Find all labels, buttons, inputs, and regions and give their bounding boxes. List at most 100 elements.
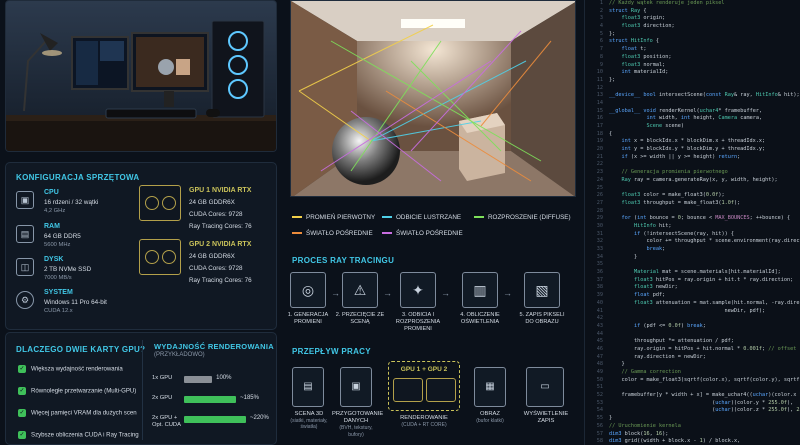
cpu-clock: 4,2 GHz [44, 208, 66, 214]
code-line: 46 ray.origin = hitPos + hit.normal * 0.… [596, 345, 797, 352]
code-line: 10 int materialId; [596, 69, 669, 76]
code-line: 1// Każdy wątek renderuje jeden piksel [599, 0, 725, 6]
why-item: ✓ Więcej pamięci VRAM dla dużych scen [18, 409, 137, 417]
cornell-box-render [291, 1, 575, 196]
system-os: Windows 11 Pro 64-bit [44, 299, 107, 306]
process-step-label: 3. ODBICIA I ROZPROSZENIA PROMIENI [395, 312, 441, 332]
perf-bar [184, 396, 237, 403]
ram-label: RAM [44, 223, 60, 230]
process-step-label: 5. ZAPIS PIKSELI DO OBRAZU [519, 312, 565, 325]
code-line: 52 framebuffer[y * width + x] = make_uch… [596, 392, 800, 399]
code-line: 2 struct Ray { [599, 7, 647, 14]
hardware-title: KONFIGURACJA SPRZĘTOWA [16, 173, 140, 182]
code-line: 48 } [596, 361, 625, 368]
cuda-code-editor[interactable]: 1// Każdy wątek renderuje jeden piksel 2 s… [584, 0, 800, 445]
code-line: 18{ [596, 130, 613, 137]
ram-speed: 5600 MHz [44, 242, 71, 248]
flow-step-sub: (BVH, tekstury, bufory) [339, 425, 373, 438]
flow-step-label: SCENA 3D [294, 411, 324, 417]
code-line: 29 for (int bounce = 0; bounce < MAX_BOU… [596, 215, 791, 222]
bar-chart-icon: ▥ [462, 272, 498, 308]
code-line: 20 int y = blockIdx.y * blockDim.y + thr… [596, 146, 766, 153]
legend-diffuse: ROZPROSZENIE (DIFFUSE) [474, 214, 571, 221]
code-line: 9 float3 normal; [599, 61, 666, 68]
code-line: 5}; [599, 30, 616, 37]
gear-icon: ⚙ [16, 291, 34, 309]
system-label: SYSTEM [44, 289, 73, 296]
code-line: 30 HitInfo hit; [596, 222, 672, 229]
gpu-pair-label: GPU 1 + GPU 2 [400, 366, 448, 373]
ram-icon: ▤ [16, 225, 34, 243]
workstation-photo [5, 0, 277, 152]
code-line: 41 newDir, pdf); [596, 307, 766, 314]
code-line: 23 // Generacja promienia pierwotnego [596, 169, 728, 176]
check-icon: ✓ [18, 431, 26, 439]
code-line: 45 throughput *= attenuation / pdf; [596, 338, 734, 345]
why-item-text: Więcej pamięci VRAM dla dużych scen [31, 409, 137, 417]
cpu-label: CPU [44, 189, 59, 196]
code-line: 6 struct HitInfo { [599, 38, 659, 45]
code-line: 58 dim3 grid((width + block.x - 1) / bloc… [596, 438, 741, 445]
arrow-icon: → [441, 288, 450, 298]
code-line: 26 float3 color = make_float3(0.0f); [596, 192, 725, 199]
ray-legend: PROMIEŃ PIERWOTNY ODBICIE LUSTRZANE ROZP… [290, 212, 576, 244]
flow-step-sub: (CUDA + RT CORE) [401, 422, 447, 429]
gpu1-memory: 24 GB GDDR6X [189, 199, 235, 206]
gpu2-title: GPU 2 NVIDIA RTX [189, 241, 252, 248]
perf-title: WYDAJNOŚĆ RENDEROWANIA [154, 342, 274, 351]
code-line: 3 float3 origin; [599, 15, 666, 22]
code-line: 4 float3 direction; [599, 23, 675, 30]
cpu-chip-icon: ▣ [340, 367, 372, 407]
gpu2-cuda: CUDA Cores: 9728 [189, 265, 243, 272]
process-step-label: 2. PRZECIĘCIE ZE SCENĄ [335, 312, 385, 325]
why-item: ✓ Równoległe przetwarzanie (Multi-GPU) [18, 387, 136, 395]
monitor-icon: ▭ [526, 367, 564, 407]
legend-indirect-label: ŚWIATŁO POŚREDNIE [306, 230, 373, 237]
perf-row: 1x GPU 100% [150, 375, 275, 385]
code-line: 16 int width, int height, Camera camera, [596, 115, 763, 122]
gpu2-icon [139, 239, 181, 275]
perf-value: 100% [216, 375, 232, 381]
code-line: 34 } [596, 253, 638, 260]
workflow-title: PRZEPŁYW PRACY [292, 347, 371, 356]
code-line: 12 [596, 84, 603, 91]
workflow-section: PRZEPŁYW PRACY ▤ ▣ GPU 1 + GPU 2 ▦ ▭ SCE… [284, 343, 578, 445]
code-line: 31 if (!intersectScene(ray, hit)) { [596, 230, 734, 237]
code-line: 51 [596, 384, 603, 391]
why-title: DLACZEGO DWIE KARTY GPU? [16, 345, 146, 354]
cpu-cores: 16 rdzeni / 32 wątki [44, 199, 99, 206]
disk-speed: 7000 MB/s [44, 275, 72, 281]
code-line: 54 (uchar)(color.z * 255.0f), 255); [596, 407, 800, 414]
disk-size: 2 TB NVMe SSD [44, 266, 92, 273]
gpu1-cuda: CUDA Cores: 9728 [189, 211, 243, 218]
legend-primary: PROMIEŃ PIERWOTNY [292, 214, 375, 221]
code-line: 13 __device__ bool intersectScene(const R… [596, 92, 800, 99]
image-icon: ▧ [524, 272, 560, 308]
perf-row-name: 1x GPU [152, 375, 173, 381]
process-title: PROCES RAY TRACINGU [292, 256, 395, 265]
flow-step-sub: (siatki, materiały, światła) [290, 418, 328, 431]
code-line: 57 dim3 block(16, 16); [596, 430, 669, 437]
code-line: 21 if (x >= width || y >= height) return… [596, 153, 741, 160]
perf-row: 2x GPU + Opt. CUDA ~220% [150, 415, 275, 428]
gpu1-info: GPU 1 NVIDIA RTX 24 GB GDDR6X CUDA Cores… [189, 187, 252, 235]
left-column: KONFIGURACJA SPRZĘTOWA ▣ CPU 16 rdzeni /… [0, 0, 282, 445]
perf-row-name: 2x GPU + Opt. CUDA [152, 415, 181, 428]
flow-step-display: WYŚWIETLENIE ZAPIS [520, 411, 572, 425]
why-item: ✓ Szybsze obliczenia CUDA i Ray Tracing [18, 431, 139, 439]
code-line: 53 (uchar)(color.y * 255.0f), [596, 399, 794, 406]
legend-reflect-label: ODBICIE LUSTRZANE [396, 214, 462, 221]
code-line: 25 [596, 184, 603, 191]
code-line: 43 if (pdf <= 0.0f) break; [596, 322, 706, 329]
code-line: 49 // Gamma correction [596, 369, 681, 375]
code-line: 32 color += throughput * scene.environme… [596, 238, 800, 245]
scatter-icon: ✦ [400, 272, 436, 308]
check-icon: ✓ [18, 365, 26, 373]
cpu-icon: ▣ [16, 191, 34, 209]
code-line: 55} [596, 415, 613, 422]
why-item-text: Równoległe przetwarzanie (Multi-GPU) [31, 387, 137, 395]
render-preview [290, 0, 576, 197]
gpu-card-icon [426, 378, 456, 402]
code-line: 17 Scene scene) [596, 123, 684, 129]
file-3d-icon: ▤ [292, 367, 324, 407]
